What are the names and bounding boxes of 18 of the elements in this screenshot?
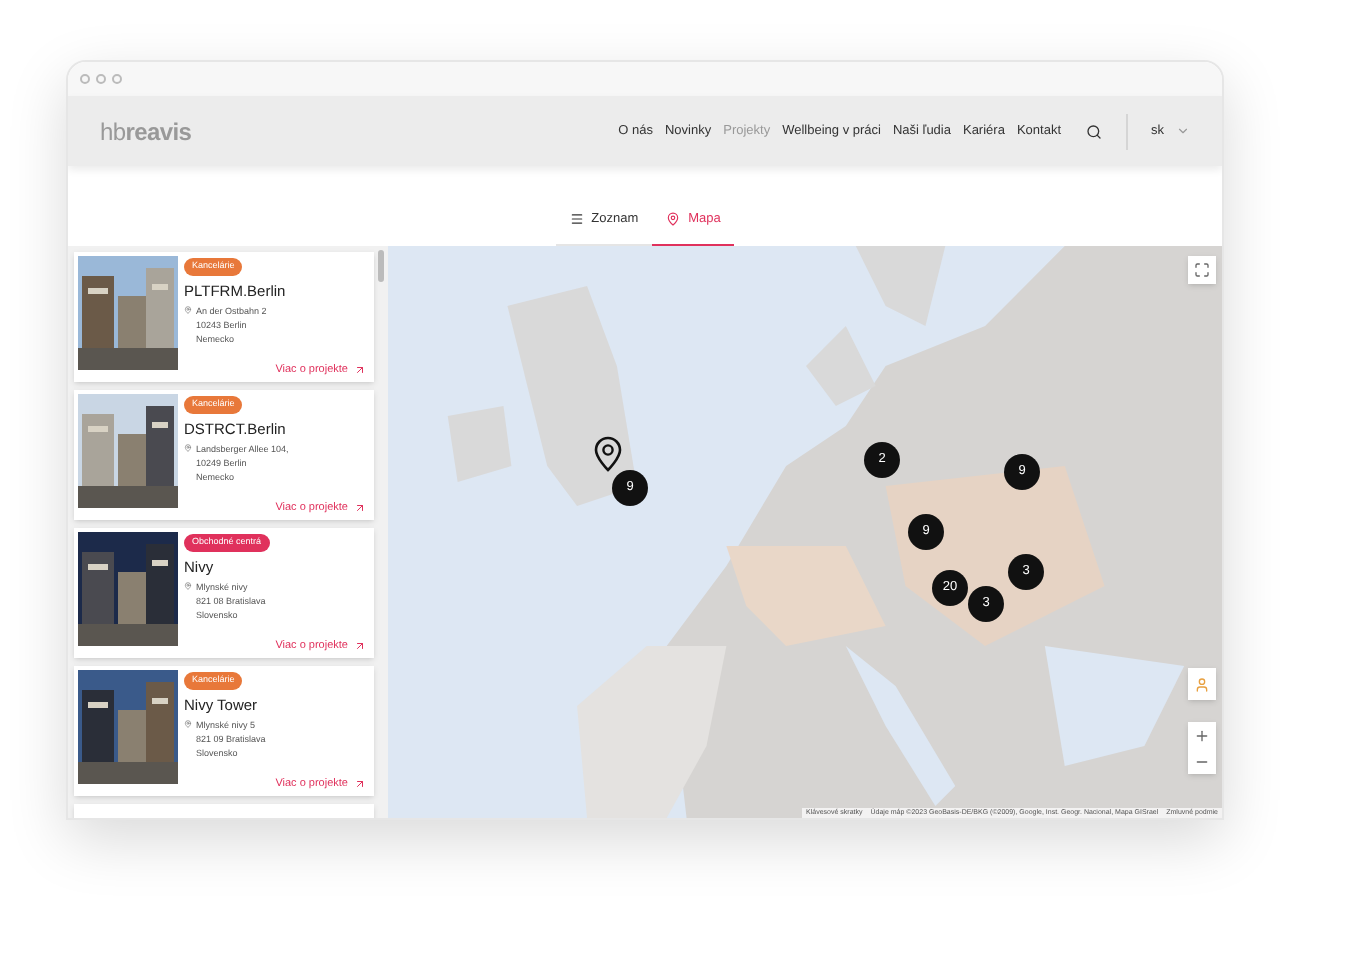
pin-icon [184, 306, 192, 314]
list-icon[interactable] [569, 212, 584, 226]
pin-icon [184, 582, 192, 590]
plus-icon[interactable] [1194, 727, 1210, 743]
scrollbar[interactable] [378, 250, 384, 282]
street-view-button[interactable] [1188, 668, 1216, 700]
arrow-up-right-icon[interactable] [354, 639, 366, 652]
person-icon[interactable] [1194, 675, 1210, 693]
fullscreen-button[interactable] [1188, 256, 1216, 284]
pin-icon [184, 444, 192, 452]
arrow-up-right-icon[interactable] [354, 777, 366, 790]
chevron-down-icon[interactable] [1176, 124, 1190, 138]
arrow-up-right-icon[interactable] [354, 501, 366, 514]
pin-icon [184, 720, 192, 728]
map-pin-icon[interactable] [594, 436, 622, 472]
fullscreen-icon[interactable] [1194, 262, 1210, 278]
search-icon[interactable] [1085, 123, 1101, 139]
arrow-up-right-icon[interactable] [354, 363, 366, 376]
